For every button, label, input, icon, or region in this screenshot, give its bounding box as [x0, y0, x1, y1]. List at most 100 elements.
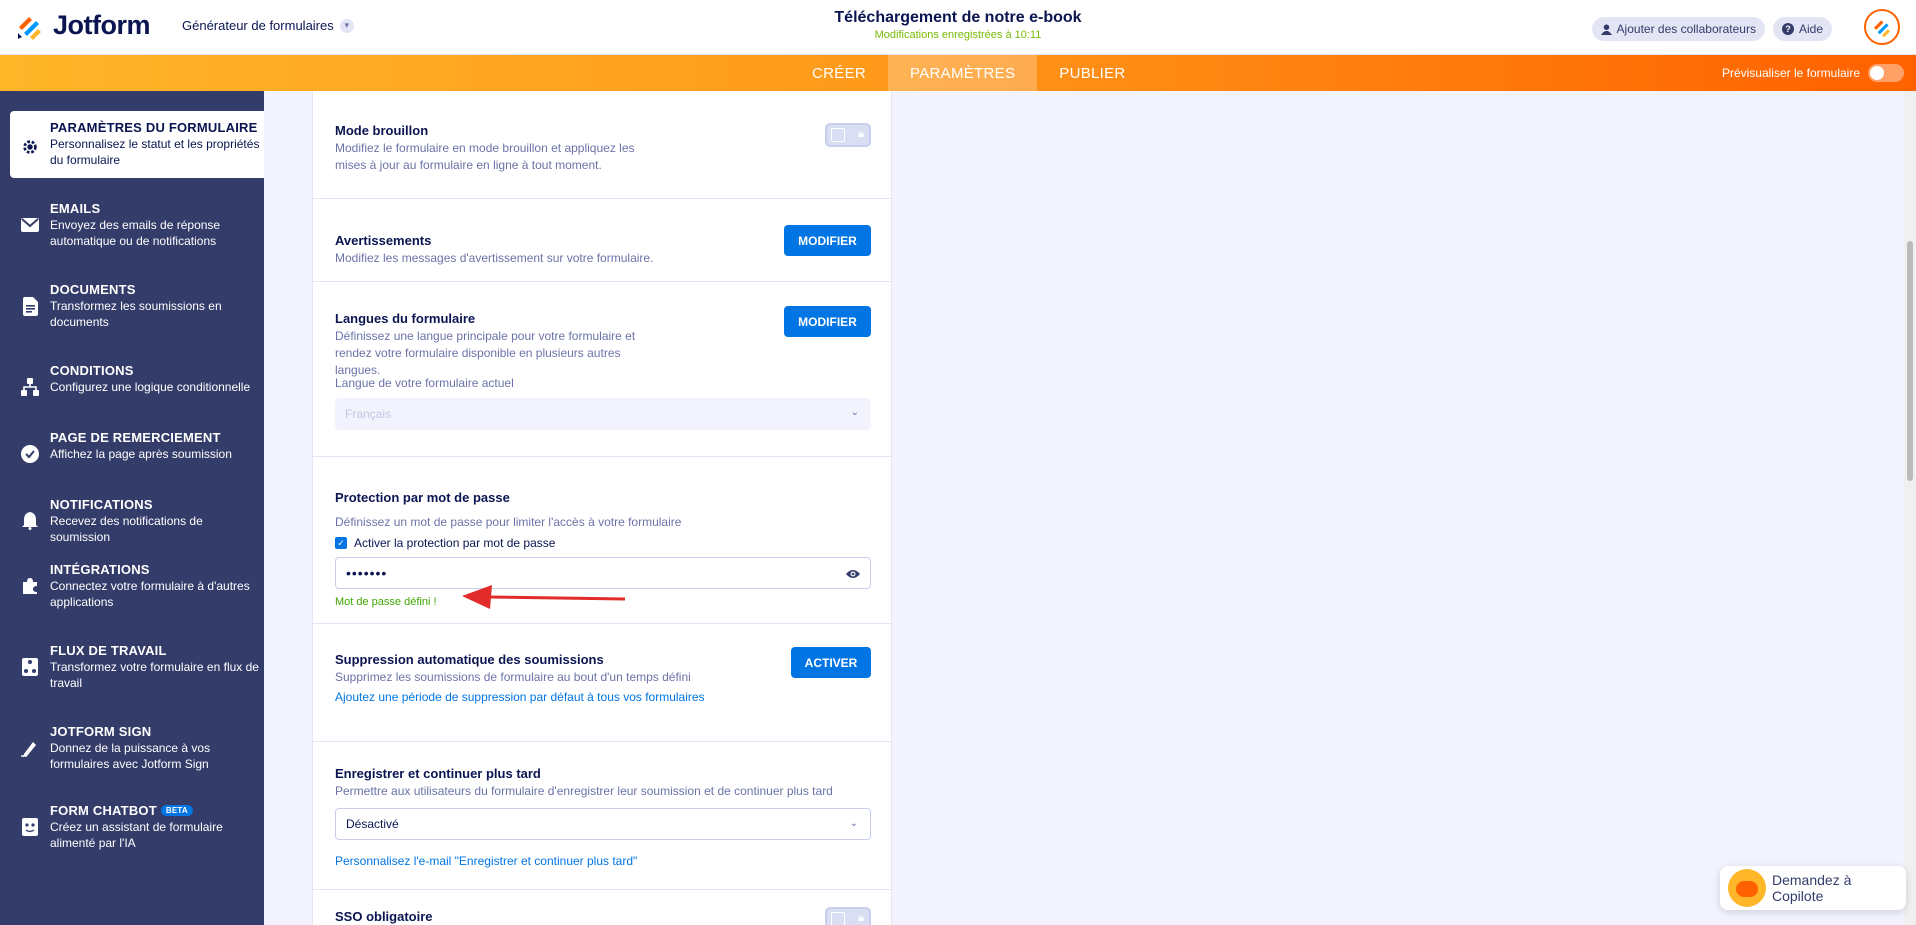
- sidebar-item-desc: Transformez votre formulaire en flux de …: [50, 660, 259, 690]
- sidebar-item-desc: Connectez votre formulaire à d'autres ap…: [50, 579, 250, 609]
- avatar[interactable]: [1864, 9, 1900, 45]
- toggle-knob: [831, 128, 845, 142]
- toggle-knob: [831, 912, 845, 925]
- top-header: Jotform Générateur de formulaires ▾ Télé…: [0, 0, 1916, 55]
- sidebar-item-desc: Donnez de la puissance à vos formulaires…: [50, 741, 211, 771]
- user-icon: [1600, 23, 1612, 35]
- hierarchy-icon: [20, 377, 40, 397]
- warnings-section: Avertissements Modifiez les messages d'a…: [313, 199, 891, 282]
- sso-title: SSO obligatoire: [335, 909, 433, 924]
- chevron-down-icon: ⌄: [850, 407, 859, 418]
- auto-delete-default-link[interactable]: Ajoutez une période de suppression par d…: [335, 690, 705, 704]
- sidebar-item-notifications[interactable]: NOTIFICATIONS Recevez des notifications …: [10, 497, 264, 545]
- puzzle-icon: [20, 576, 40, 596]
- form-builder-label: Générateur de formulaires: [182, 18, 334, 33]
- languages-section: Langues du formulaire Définissez une lan…: [313, 282, 891, 457]
- enable-password-label: Activer la protection par mot de passe: [354, 536, 556, 550]
- sidebar-item-workflow[interactable]: FLUX DE TRAVAIL Transformez votre formul…: [10, 643, 264, 691]
- jotform-logo-icon: [18, 16, 41, 40]
- copilot-label: Demandez à Copilote: [1772, 872, 1852, 904]
- password-masked-value: •••••••: [346, 565, 388, 581]
- preview-switch[interactable]: [1868, 64, 1904, 82]
- copilot-avatar-icon: [1728, 869, 1766, 907]
- sidebar-item-title: PAGE DE REMERCIEMENT: [50, 430, 221, 445]
- sidebar-item-title: DOCUMENTS: [50, 282, 136, 297]
- checkbox-checked-icon[interactable]: ✓: [335, 537, 347, 549]
- enable-password-checkbox[interactable]: ✓ Activer la protection par mot de passe: [335, 536, 555, 550]
- sidebar-item-title: NOTIFICATIONS: [50, 497, 153, 512]
- password-success-message: Mot de passe défini !: [335, 596, 437, 608]
- beta-badge: BETA: [160, 805, 193, 816]
- sidebar-item-title: FLUX DE TRAVAIL: [50, 643, 167, 658]
- sidebar-item-desc: Personnalisez le statut et les propriété…: [50, 137, 260, 167]
- save-continue-section: Enregistrer et continuer plus tard Perme…: [313, 742, 891, 890]
- document-icon: [20, 296, 40, 316]
- question-icon: ?: [1781, 23, 1794, 35]
- languages-desc: Définissez une langue principale pour vo…: [335, 329, 636, 377]
- tab-settings[interactable]: PARAMÈTRES: [888, 55, 1038, 91]
- chevron-down-icon: ⌄: [849, 818, 858, 829]
- pen-icon: [20, 738, 40, 758]
- preview-label: Prévisualiser le formulaire: [1721, 66, 1860, 80]
- check-circle-icon: [20, 444, 40, 464]
- add-collaborators-button[interactable]: Ajouter des collaborateurs: [1591, 17, 1765, 41]
- settings-sidebar: PARAMÈTRES DU FORMULAIRE Personnalisez l…: [0, 91, 264, 925]
- envelope-icon: [20, 215, 40, 235]
- gear-icon: [20, 137, 40, 157]
- auto-delete-activate-button[interactable]: ACTIVER: [791, 647, 871, 678]
- save-continue-email-link[interactable]: Personnalisez l'e-mail "Enregistrer et c…: [335, 854, 637, 868]
- save-continue-title: Enregistrer et continuer plus tard: [335, 766, 541, 781]
- draft-mode-section: Mode brouillon Modifiez le formulaire en…: [313, 91, 891, 199]
- sidebar-item-title: FORM CHATBOT BETA: [50, 803, 264, 818]
- auto-delete-section: Suppression automatique des soumissions …: [313, 624, 891, 742]
- current-language-select: Français ⌄: [335, 398, 871, 430]
- sidebar-item-jotform-sign[interactable]: JOTFORM SIGN Donnez de la puissance à vo…: [10, 724, 264, 772]
- sidebar-item-title: CONDITIONS: [50, 363, 134, 378]
- builder-nav: CRÉER PARAMÈTRES PUBLIER Prévisualiser l…: [0, 55, 1916, 91]
- workflow-icon: [20, 657, 40, 677]
- save-continue-desc: Permettre aux utilisateurs du formulaire…: [335, 784, 833, 798]
- sidebar-item-title-text: FORM CHATBOT: [50, 803, 157, 818]
- current-language-value: Français: [345, 407, 392, 421]
- help-button[interactable]: ? Aide: [1772, 17, 1832, 41]
- draft-mode-toggle[interactable]: 🔒︎: [825, 123, 871, 147]
- languages-edit-button[interactable]: MODIFIER: [784, 306, 871, 337]
- lock-icon: 🔒︎: [858, 128, 864, 140]
- save-continue-value: Désactivé: [346, 817, 399, 831]
- current-language-label: Langue de votre formulaire actuel: [335, 376, 514, 390]
- warnings-edit-button[interactable]: MODIFIER: [784, 225, 871, 256]
- sidebar-item-documents[interactable]: DOCUMENTS Transformez les soumissions en…: [10, 282, 264, 330]
- sidebar-item-thank-you-page[interactable]: PAGE DE REMERCIEMENT Affichez la page ap…: [10, 430, 264, 464]
- sso-toggle[interactable]: 🔒︎: [825, 907, 871, 925]
- jotform-logo[interactable]: Jotform: [16, 10, 151, 41]
- sso-section: SSO obligatoire 🔒︎: [313, 890, 891, 925]
- preview-form-toggle[interactable]: Prévisualiser le formulaire: [1722, 64, 1904, 82]
- sidebar-item-desc: Configurez une logique conditionnelle: [50, 380, 251, 394]
- copilot-button[interactable]: Demandez à Copilote: [1720, 866, 1906, 910]
- save-continue-select[interactable]: Désactivé ⌄: [335, 808, 871, 840]
- sidebar-item-desc: Transformez les soumissions en documents: [50, 299, 222, 329]
- password-protection-title: Protection par mot de passe: [335, 490, 510, 505]
- sidebar-item-title: EMAILS: [50, 201, 101, 216]
- help-label: Aide: [1798, 22, 1823, 36]
- tab-create[interactable]: CRÉER: [790, 55, 888, 91]
- avatar-logo-icon: [1873, 20, 1891, 38]
- sidebar-item-integrations[interactable]: INTÉGRATIONS Connectez votre formulaire …: [10, 562, 264, 610]
- eye-icon[interactable]: [846, 567, 860, 583]
- scrollbar-thumb[interactable]: [1907, 241, 1913, 481]
- form-builder-dropdown[interactable]: Générateur de formulaires ▾: [182, 18, 354, 33]
- sidebar-item-desc: Affichez la page après soumission: [50, 447, 232, 461]
- sidebar-item-title: JOTFORM SIGN: [50, 724, 152, 739]
- sidebar-item-form-settings[interactable]: PARAMÈTRES DU FORMULAIRE Personnalisez l…: [10, 111, 264, 178]
- sidebar-item-title: PARAMÈTRES DU FORMULAIRE: [50, 120, 258, 135]
- sidebar-item-desc: Recevez des notifications de soumission: [50, 514, 203, 544]
- sidebar-item-form-chatbot[interactable]: FORM CHATBOT BETA Créez un assistant de f…: [10, 803, 264, 851]
- annotation-arrow: [462, 585, 626, 609]
- chevron-down-icon: ▾: [339, 18, 354, 33]
- sidebar-item-desc: Créez un assistant de formulaire aliment…: [50, 820, 223, 850]
- tab-publish[interactable]: PUBLIER: [1037, 55, 1147, 91]
- draft-mode-desc: Modifiez le formulaire en mode brouillon…: [335, 141, 635, 172]
- sidebar-item-emails[interactable]: EMAILS Envoyez des emails de réponse aut…: [10, 201, 264, 249]
- page-scrollbar[interactable]: [1904, 91, 1916, 925]
- sidebar-item-conditions[interactable]: CONDITIONS Configurez une logique condit…: [10, 363, 264, 397]
